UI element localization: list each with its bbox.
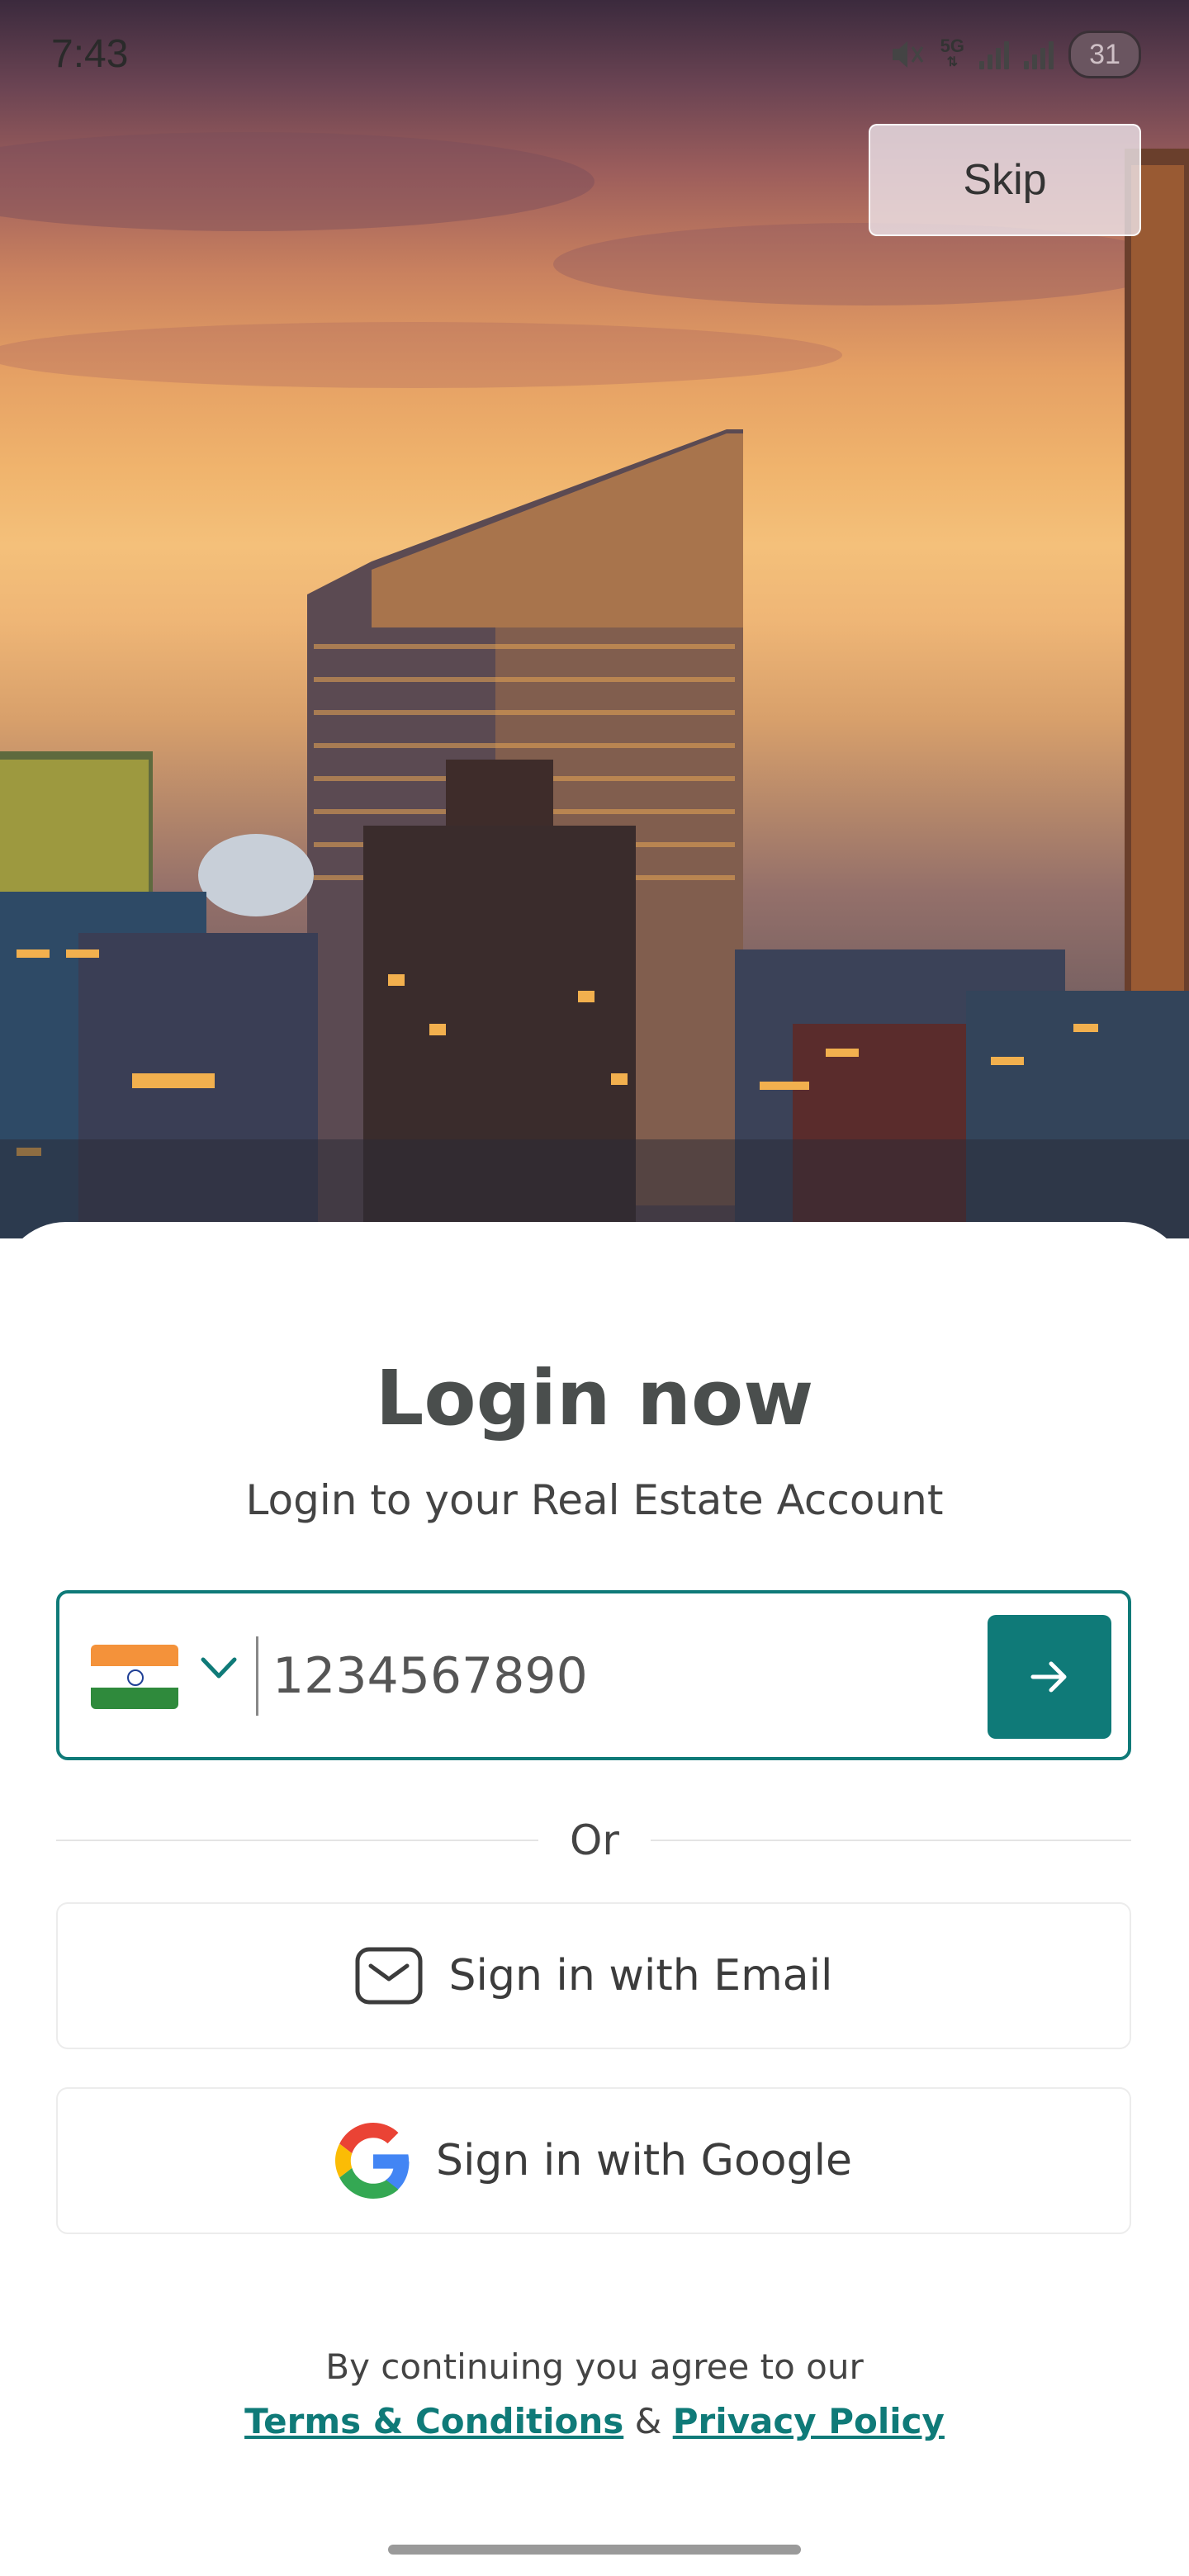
battery-level: 31 bbox=[1089, 38, 1120, 70]
field-divider bbox=[256, 1636, 258, 1716]
page-title: Login now bbox=[375, 1354, 814, 1442]
home-indicator[interactable] bbox=[388, 2545, 801, 2555]
sign-in-google-button[interactable]: Sign in with Google bbox=[56, 2087, 1131, 2234]
terms-link[interactable]: Terms & Conditions bbox=[244, 2401, 623, 2441]
submit-phone-button[interactable] bbox=[988, 1615, 1111, 1739]
legal-links: Terms & Conditions & Privacy Policy bbox=[0, 2401, 1189, 2441]
signal-icon bbox=[979, 40, 1009, 69]
sign-in-email-button[interactable]: Sign in with Email bbox=[56, 1902, 1131, 2049]
google-icon bbox=[334, 2123, 410, 2199]
sign-in-email-label: Sign in with Email bbox=[448, 1951, 833, 2001]
status-time: 7:43 bbox=[51, 32, 129, 76]
network-5g-icon: 5G ⇅ bbox=[940, 36, 964, 70]
phone-field bbox=[56, 1590, 1131, 1760]
divider-line-right bbox=[651, 1840, 1131, 1841]
mute-icon bbox=[892, 41, 923, 68]
status-icons: 5G ⇅ 31 bbox=[888, 31, 1141, 78]
privacy-link[interactable]: Privacy Policy bbox=[673, 2401, 945, 2441]
flag-india-icon[interactable] bbox=[91, 1645, 178, 1709]
and-text: & bbox=[634, 2401, 662, 2441]
arrow-right-icon bbox=[1030, 1661, 1067, 1693]
chevron-down-icon[interactable] bbox=[198, 1653, 239, 1683]
mail-icon bbox=[355, 1947, 423, 2005]
page-subtitle: Login to your Real Estate Account bbox=[245, 1476, 944, 1524]
battery-icon: 31 bbox=[1068, 31, 1141, 78]
agreement-text: By continuing you agree to our bbox=[325, 2346, 864, 2387]
sign-in-google-label: Sign in with Google bbox=[435, 2136, 853, 2185]
skip-button[interactable]: Skip bbox=[869, 124, 1141, 236]
signal-icon bbox=[1024, 40, 1054, 69]
phone-input[interactable] bbox=[272, 1627, 1016, 1726]
